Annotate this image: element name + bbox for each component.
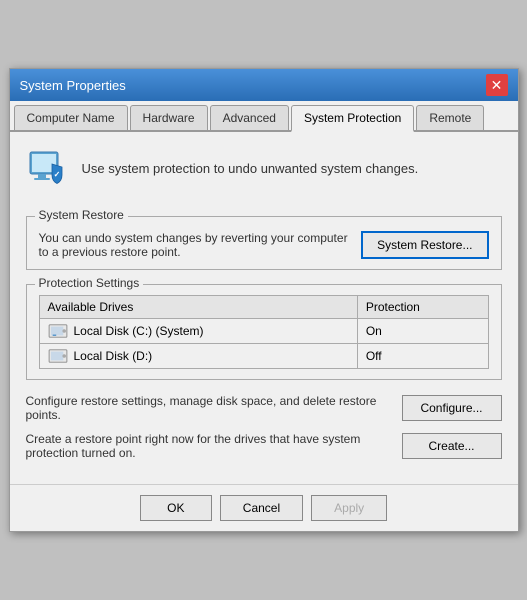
top-section: ✓ Use system protection to undo unwanted…: [26, 146, 502, 200]
tab-advanced[interactable]: Advanced: [210, 105, 289, 130]
restore-row: You can undo system changes by reverting…: [39, 231, 489, 259]
available-drives-header: Available Drives: [39, 296, 357, 319]
drive-d-label: Local Disk (D:): [74, 349, 153, 363]
svg-text:✓: ✓: [53, 170, 60, 179]
apply-button[interactable]: Apply: [311, 495, 387, 521]
cancel-button[interactable]: Cancel: [220, 495, 303, 521]
drive-d-protection: Off: [357, 344, 488, 369]
drives-table: Available Drives Protection: [39, 295, 489, 369]
drive-c-protection: On: [357, 319, 488, 344]
drive-d-cell: Local Disk (D:): [39, 344, 357, 369]
restore-description: You can undo system changes by reverting…: [39, 231, 352, 259]
system-properties-window: System Properties ✕ Computer Name Hardwa…: [9, 68, 519, 532]
tab-remote[interactable]: Remote: [416, 105, 484, 130]
tab-content: ✓ Use system protection to undo unwanted…: [10, 132, 518, 484]
window-title: System Properties: [20, 78, 126, 93]
system-restore-label: System Restore: [35, 208, 128, 222]
tab-system-protection[interactable]: System Protection: [291, 105, 414, 132]
tab-computer-name[interactable]: Computer Name: [14, 105, 128, 130]
top-description: Use system protection to undo unwanted s…: [82, 161, 419, 176]
close-button[interactable]: ✕: [486, 74, 508, 96]
configure-description: Configure restore settings, manage disk …: [26, 394, 392, 422]
table-row[interactable]: Local Disk (C:) (System) On: [39, 319, 488, 344]
system-drive-icon: [48, 323, 68, 339]
protection-settings-group: Protection Settings Available Drives Pro…: [26, 284, 502, 380]
title-bar: System Properties ✕: [10, 69, 518, 101]
table-row[interactable]: Local Disk (D:) Off: [39, 344, 488, 369]
configure-button[interactable]: Configure...: [402, 395, 502, 421]
create-button[interactable]: Create...: [402, 433, 502, 459]
tab-hardware[interactable]: Hardware: [130, 105, 208, 130]
create-description: Create a restore point right now for the…: [26, 432, 392, 460]
protection-header: Protection: [357, 296, 488, 319]
drive-c-cell: Local Disk (C:) (System): [39, 319, 357, 344]
protection-settings-label: Protection Settings: [35, 276, 144, 290]
system-restore-group: System Restore You can undo system chang…: [26, 216, 502, 270]
drive-icon: [48, 348, 68, 364]
bottom-bar: OK Cancel Apply: [10, 484, 518, 531]
tab-bar: Computer Name Hardware Advanced System P…: [10, 101, 518, 132]
ok-button[interactable]: OK: [140, 495, 212, 521]
drive-c-label: Local Disk (C:) (System): [74, 324, 204, 338]
configure-section: Configure restore settings, manage disk …: [26, 394, 502, 422]
system-restore-button[interactable]: System Restore...: [361, 231, 488, 259]
system-protection-icon: ✓: [26, 146, 70, 190]
create-section: Create a restore point right now for the…: [26, 432, 502, 460]
